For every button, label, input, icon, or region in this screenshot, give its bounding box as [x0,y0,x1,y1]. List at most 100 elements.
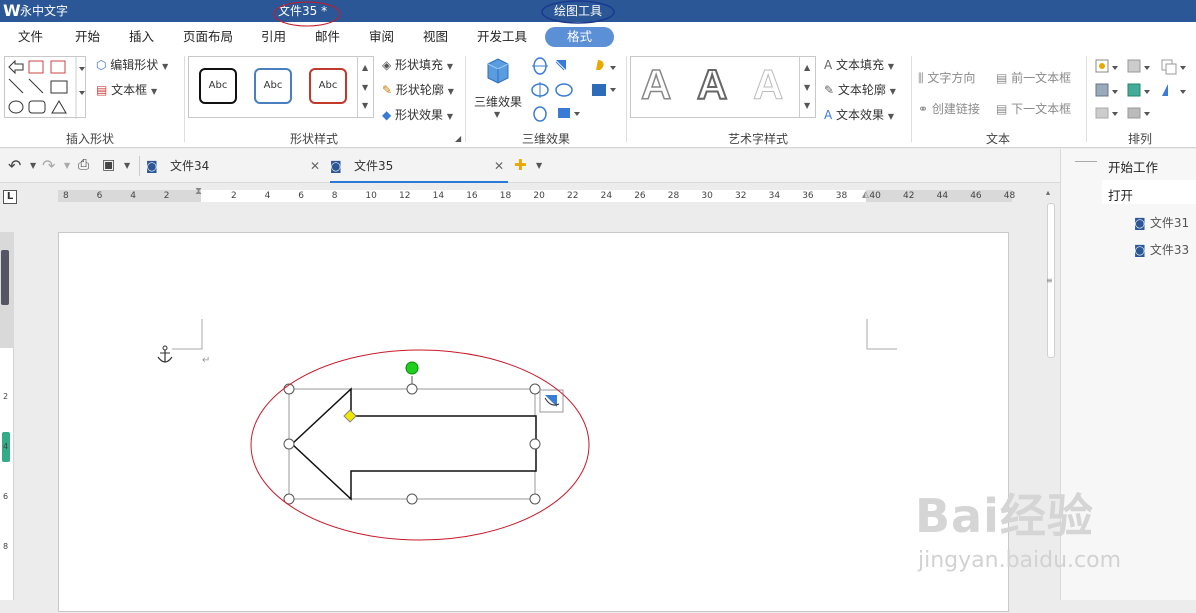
menu-view[interactable]: 视图 [423,29,448,45]
edit-shape-button[interactable]: ⬡ 编辑形状 ▼ [96,57,168,75]
new-document-icon[interactable]: ✚ [514,156,527,174]
next-textbox-button[interactable]: ▤ 下一文本框 [996,101,1071,117]
text-outline-icon: ✎ [824,83,838,97]
style-sample-black[interactable]: Abc [199,68,237,104]
ruler-tick-label: 44 [936,191,949,201]
new-document-dropdown-icon[interactable]: ▼ [536,161,542,170]
gallery-more-icon[interactable]: ▼ [362,101,368,110]
ribbon: ⬡ 编辑形状 ▼ ▤ 文本框 ▼ 插入形状 Abc Abc Abc ▲ ▼ ▼ … [0,50,1196,148]
menu-format[interactable]: 格式 [545,27,615,47]
ruler-tick-label: 8 [63,191,69,201]
ruler-tick-label: 28 [667,191,680,201]
shape-gallery-icons [8,57,85,119]
shape-palette[interactable] [4,56,86,119]
doc-icon: ◙ [146,159,158,173]
quick-access-dropdown-icon[interactable]: ▼ [124,161,130,170]
toolbar-divider [139,156,140,176]
shape-effect-icon: ◆ [382,108,396,122]
3d-tilt-controls[interactable] [530,56,620,122]
create-link-label: 创建链接 [931,102,980,116]
ruler-tick-label: 48 [1003,191,1016,201]
group-label-wordart-style: 艺术字样式 [728,132,789,146]
ruler-tick-label: 20 [533,191,545,201]
group-separator [1086,56,1087,142]
gallery-scroll-down-icon[interactable]: ▼ [362,83,368,92]
gallery-scroll-up-icon[interactable]: ▲ [362,63,368,72]
undo-icon[interactable]: ↶ [8,156,21,175]
text-effect-button[interactable]: A 文本效果 ▼ [824,107,894,125]
horizontal-ruler[interactable]: 8 6 4 2 2 4 6 8 10 12 14 16 18 20 22 24 26 28 30 32 34 36 38 40… [58,186,1016,202]
menu-file[interactable]: 文件 [18,29,43,45]
ruler-tick-label: 40 [869,191,881,201]
tab-stop-selector[interactable]: L [3,190,17,204]
wordart-gallery[interactable]: A A A ▲ ▼ ▼ [630,56,816,118]
style-sample-blue[interactable]: Abc [254,68,292,104]
wordart-sample-3[interactable]: A [752,61,783,109]
text-outline-label: 文本轮廓 [837,83,886,97]
pane-grip [1075,161,1097,162]
text-box-button[interactable]: ▤ 文本框 ▼ [96,82,157,100]
redo-icon[interactable]: ↷ [42,156,55,175]
arrange-controls[interactable] [1092,56,1196,126]
scroll-up-icon[interactable]: ▴ [1046,189,1056,197]
anchor-icon[interactable] [157,345,173,363]
undo-dropdown-icon[interactable]: ▼ [30,161,36,170]
menu-review[interactable]: 审阅 [369,29,394,45]
annotation-ellipse-title [273,1,341,27]
shape-effect-button[interactable]: ◆ 形状效果 ▼ [382,107,453,125]
text-direction-button[interactable]: ⫼ 文字方向 [918,70,975,86]
right-indent-marker-icon[interactable]: ◭ [862,190,869,200]
menu-home[interactable]: 开始 [75,29,100,45]
gallery-divider [357,57,358,117]
print-preview-icon[interactable]: ⎙ [78,157,89,173]
document-page[interactable]: ↵ [58,232,1009,612]
vruler-tick-label: 6 [3,492,9,501]
menu-page-layout[interactable]: 页面布局 [183,29,233,45]
group-separator [911,56,912,142]
text-effect-label: 文本效果 [836,108,885,122]
text-fill-button[interactable]: A 文本填充 ▼ [824,57,894,75]
text-outline-button[interactable]: ✎ 文本轮廓 ▼ [824,82,896,100]
recent-file-item[interactable]: ◙ 文件33 [1134,241,1189,258]
close-icon[interactable]: ✕ [310,149,320,183]
open-section-label[interactable]: 打开 [1108,185,1133,204]
wordart-scroll-down-icon[interactable]: ▼ [804,83,810,92]
wordart-more-icon[interactable]: ▼ [804,101,810,110]
tab-file35[interactable]: ◙ 文件35 ✕ [330,149,508,183]
shape-effect-label: 形状效果 [395,108,444,122]
save-icon[interactable]: ▣ [102,157,115,173]
create-link-button[interactable]: ⚭ 创建链接 [918,101,980,117]
rotate-handle[interactable] [405,361,419,375]
margin-mark-top-right [866,319,897,350]
vertical-ruler[interactable]: 2 4 6 8 [0,232,14,600]
ruler-tick-label: 14 [432,191,445,201]
left-arrow-shape[interactable] [290,387,537,501]
wordart-scroll-up-icon[interactable]: ▲ [804,63,810,72]
doc-icon: ◙ [1134,216,1150,230]
wordart-sample-2[interactable]: A [696,60,728,109]
dialog-launcher-icon[interactable]: ◢ [455,134,461,143]
menu-developer[interactable]: 开发工具 [477,29,527,45]
shape-fill-button[interactable]: ◈ 形状填充 ▼ [382,57,453,75]
shape-outline-button[interactable]: ✎ 形状轮廓 ▼ [382,82,454,100]
indent-marker-icon[interactable]: ⧗ [195,186,202,197]
tab-file34[interactable]: ◙ 文件34 ✕ [146,149,324,183]
layout-options-icon[interactable] [539,389,564,413]
ruler-tick-label: 18 [499,191,512,201]
vruler-marker[interactable] [1,250,9,305]
prev-textbox-button[interactable]: ▤ 前一文本框 [996,70,1071,86]
wordart-sample-1[interactable]: A [640,60,672,109]
shape-style-gallery[interactable]: Abc Abc Abc ▲ ▼ ▼ [188,56,374,118]
pencil-icon: ✎ [382,83,396,97]
ruler-tick-label: 36 [802,191,814,201]
prev-textbox-label: 前一文本框 [1011,71,1072,85]
style-sample-red[interactable]: Abc [309,68,347,104]
3d-effect-button[interactable]: 三维效果 ▼ [474,56,522,119]
group-label-arrange: 排列 [1128,132,1153,146]
close-icon[interactable]: ✕ [494,149,504,183]
recent-file-item[interactable]: ◙ 文件31 [1134,214,1189,231]
watermark-logo: Bai经验 [915,489,1094,543]
redo-dropdown-icon[interactable]: ▼ [64,161,70,170]
watermark-url: jingyan.baidu.com [918,548,1122,573]
menu-insert[interactable]: 插入 [129,29,154,45]
